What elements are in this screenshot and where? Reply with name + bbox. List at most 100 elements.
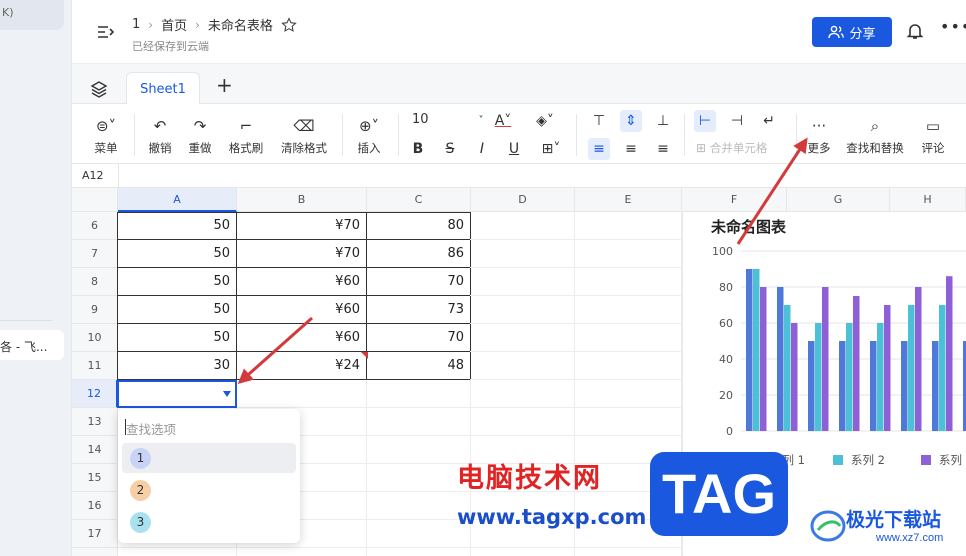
borders-icon[interactable]: ⊞˅ <box>535 138 567 160</box>
align-left-icon[interactable]: ≡ <box>588 138 610 160</box>
cell-d8[interactable] <box>470 268 575 296</box>
wrap-overflow-icon[interactable]: ⊢ <box>694 110 716 132</box>
row-header-17[interactable]: 17 <box>72 520 118 548</box>
layers-icon[interactable] <box>90 80 108 98</box>
underline-icon[interactable]: U <box>503 138 525 160</box>
menu-button[interactable]: ⊜˅ 菜单 <box>90 116 122 156</box>
bold-icon[interactable]: B <box>407 138 429 160</box>
row-header-16[interactable]: 16 <box>72 492 118 520</box>
cell-c18[interactable] <box>366 548 471 556</box>
cell-c16[interactable] <box>366 492 471 520</box>
cell-e7[interactable] <box>574 240 682 268</box>
align-center-icon[interactable]: ≡ <box>620 138 642 160</box>
cell-a7[interactable]: 50 <box>117 240 237 268</box>
cell-a6[interactable]: 50 <box>117 212 237 240</box>
cell-c13[interactable] <box>366 408 471 436</box>
share-button[interactable]: 分享 <box>812 17 892 47</box>
row-header-12[interactable]: 12 <box>72 380 118 408</box>
sidebar-item-doc[interactable]: 各 - 飞... <box>0 330 64 360</box>
column-header-f[interactable]: F <box>682 188 787 212</box>
option-search-input[interactable]: 查找选项 <box>126 419 176 438</box>
column-header-a[interactable]: A <box>118 188 237 212</box>
cell-b18[interactable] <box>236 548 367 556</box>
row-header-14[interactable]: 14 <box>72 436 118 464</box>
font-size-select[interactable]: 10 ˅ <box>412 112 484 127</box>
row-header-6[interactable]: 6 <box>72 212 118 240</box>
cell-a9[interactable]: 50 <box>117 296 237 324</box>
page-title[interactable]: 未命名表格 <box>208 15 273 34</box>
cell-e13[interactable] <box>574 408 682 436</box>
active-cell-a12[interactable] <box>117 380 237 408</box>
cell-e18[interactable] <box>574 548 682 556</box>
name-box[interactable]: A12 <box>82 169 104 182</box>
cell-c9[interactable]: 73 <box>366 296 471 324</box>
cell-c7[interactable]: 86 <box>366 240 471 268</box>
clear-format-button[interactable]: ⌫ 清除格式 <box>278 116 330 156</box>
cell-d18[interactable] <box>470 548 575 556</box>
cell-d12[interactable] <box>470 380 575 408</box>
italic-icon[interactable]: I <box>471 138 493 160</box>
cell-e10[interactable] <box>574 324 682 352</box>
cell-e8[interactable] <box>574 268 682 296</box>
cell-d7[interactable] <box>470 240 575 268</box>
cell-d9[interactable] <box>470 296 575 324</box>
cell-e11[interactable] <box>574 352 682 380</box>
cell-d10[interactable] <box>470 324 575 352</box>
cell-c15[interactable] <box>366 464 471 492</box>
align-top-icon[interactable]: ⊤ <box>588 110 610 132</box>
breadcrumb-root[interactable]: 1 <box>132 17 140 32</box>
cell-a10[interactable]: 50 <box>117 324 237 352</box>
column-header-e[interactable]: E <box>575 188 682 212</box>
insert-button[interactable]: ⊕˅ 插入 <box>352 116 386 156</box>
row-header-10[interactable]: 10 <box>72 324 118 352</box>
cell-c11[interactable]: 48 <box>366 352 471 380</box>
cell-c12[interactable] <box>366 380 471 408</box>
cell-b11[interactable]: ¥24 <box>236 352 367 380</box>
dropdown-option-3[interactable]: 3 <box>122 507 296 537</box>
cell-c8[interactable]: 70 <box>366 268 471 296</box>
row-header-11[interactable]: 11 <box>72 352 118 380</box>
row-header-9[interactable]: 9 <box>72 296 118 324</box>
redo-button[interactable]: ↷ 重做 <box>186 116 214 156</box>
more-options-icon[interactable]: ••• <box>940 19 966 40</box>
merge-cells-button[interactable]: ⊞ 合并单元格 <box>696 140 796 156</box>
cell-b7[interactable]: ¥70 <box>236 240 367 268</box>
cell-b8[interactable]: ¥60 <box>236 268 367 296</box>
column-header-b[interactable]: B <box>237 188 367 212</box>
cell-b10[interactable]: ¥60 <box>236 324 367 352</box>
align-bottom-icon[interactable]: ⊥ <box>652 110 674 132</box>
dropdown-option-2[interactable]: 2 <box>122 475 296 505</box>
row-header-15[interactable]: 15 <box>72 464 118 492</box>
select-all-corner[interactable] <box>72 188 118 212</box>
more-tools-button[interactable]: ··· 更多 <box>802 116 836 156</box>
column-header-c[interactable]: C <box>367 188 471 212</box>
row-header-18[interactable]: 18 <box>72 548 118 556</box>
cell-c14[interactable] <box>366 436 471 464</box>
cell-d11[interactable] <box>470 352 575 380</box>
column-header-g[interactable]: G <box>787 188 890 212</box>
comment-button[interactable]: ▭ 评论 <box>918 116 948 156</box>
sidebar-top-item[interactable]: K) <box>0 0 64 30</box>
cell-a18[interactable] <box>117 548 237 556</box>
expand-sidebar-icon[interactable] <box>96 22 116 42</box>
align-right-icon[interactable]: ≡ <box>652 138 674 160</box>
cell-d6[interactable] <box>470 212 575 240</box>
cell-c17[interactable] <box>366 520 471 548</box>
cell-a11[interactable]: 30 <box>117 352 237 380</box>
undo-button[interactable]: ↶ 撤销 <box>146 116 174 156</box>
cell-e12[interactable] <box>574 380 682 408</box>
cell-c10[interactable]: 70 <box>366 324 471 352</box>
cell-d13[interactable] <box>470 408 575 436</box>
cell-c6[interactable]: 80 <box>366 212 471 240</box>
cell-e9[interactable] <box>574 296 682 324</box>
column-header-d[interactable]: D <box>471 188 575 212</box>
dropdown-caret-icon[interactable] <box>223 391 231 397</box>
dropdown-option-1[interactable]: 1 <box>122 443 296 473</box>
column-header-h[interactable]: H <box>890 188 966 212</box>
row-header-8[interactable]: 8 <box>72 268 118 296</box>
cell-b9[interactable]: ¥60 <box>236 296 367 324</box>
breadcrumb-home[interactable]: 首页 <box>161 15 187 34</box>
cell-b12[interactable] <box>236 380 367 408</box>
cell-e6[interactable] <box>574 212 682 240</box>
star-icon[interactable] <box>281 16 297 33</box>
